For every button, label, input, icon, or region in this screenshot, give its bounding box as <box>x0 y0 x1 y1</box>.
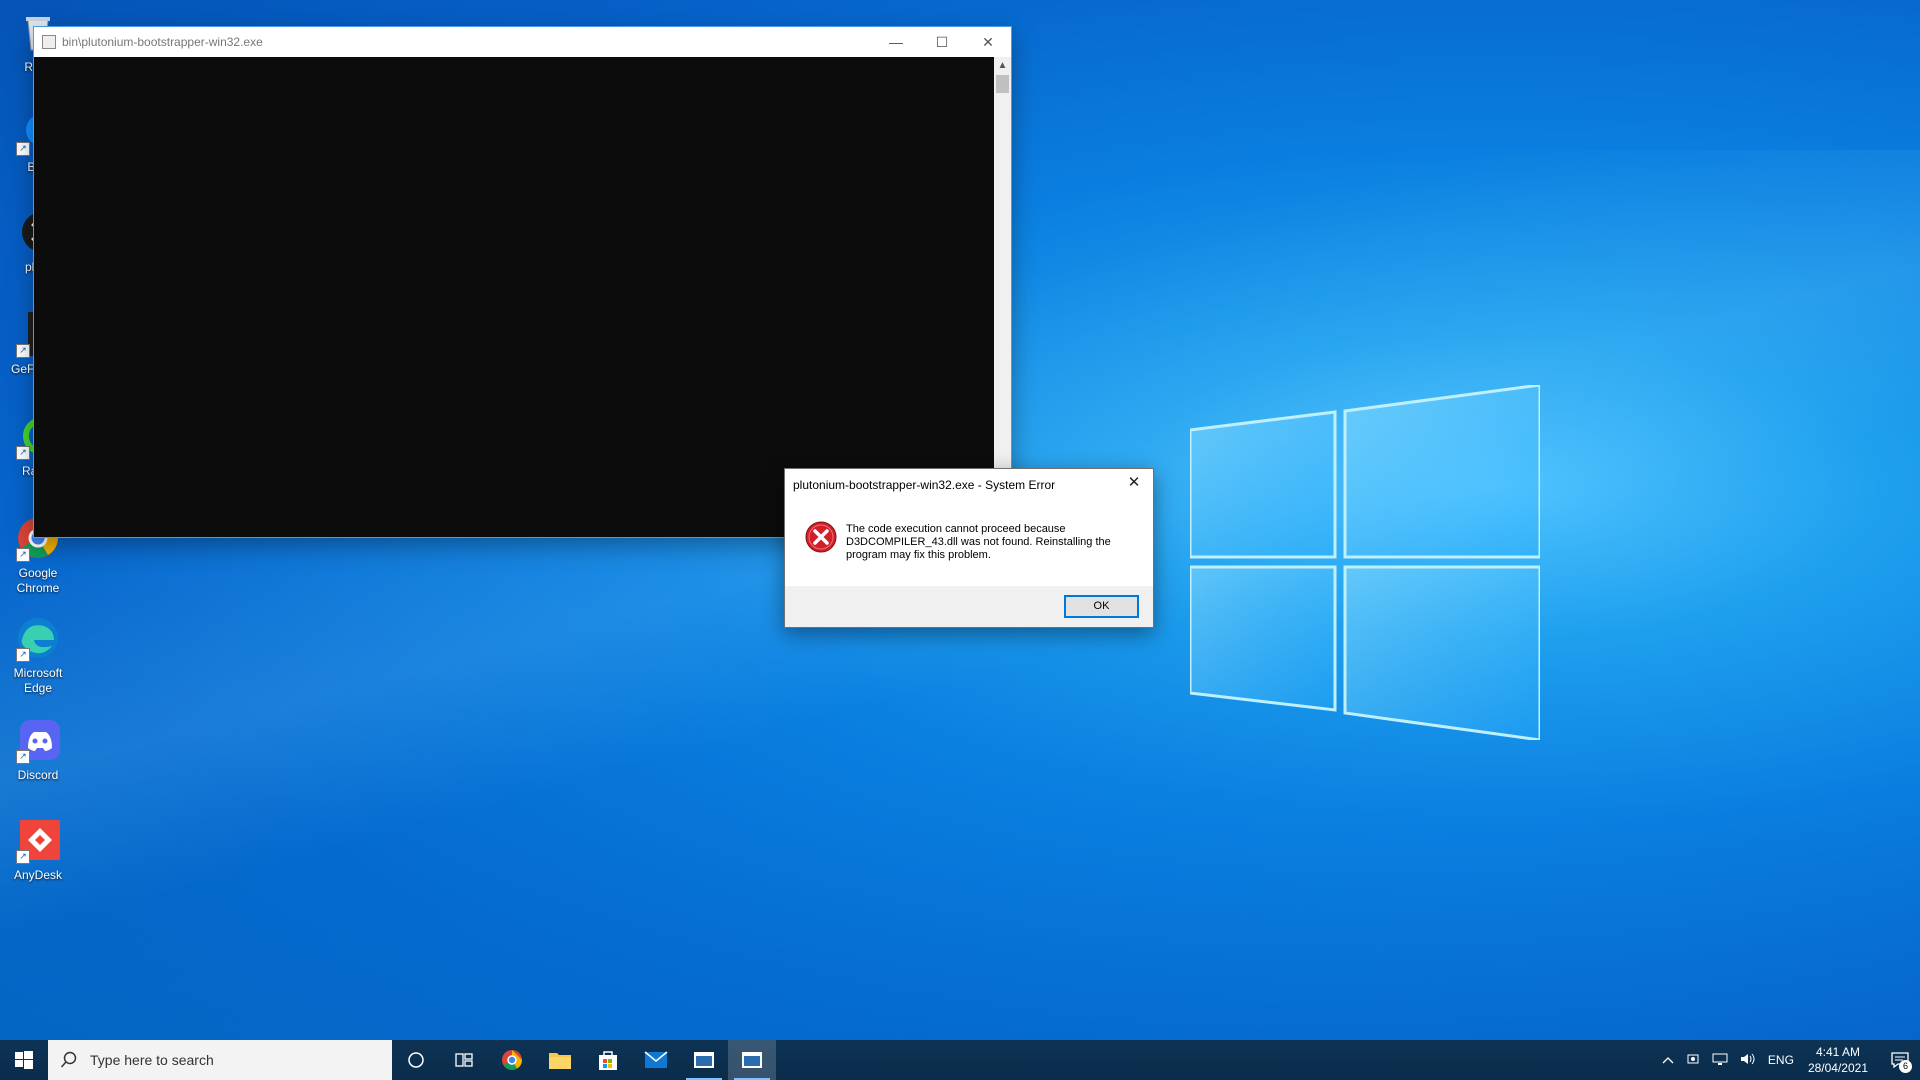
desktop-icon-discord[interactable]: ↗ Discord <box>0 716 76 783</box>
console-output-area[interactable] <box>34 57 994 537</box>
store-icon <box>599 1051 617 1070</box>
desktop-icon-anydesk[interactable]: ↗ AnyDesk <box>0 816 76 883</box>
dialog-button-bar: OK <box>785 586 1153 627</box>
language-indicator[interactable]: ENG <box>1768 1053 1794 1067</box>
shortcut-arrow-icon: ↗ <box>16 648 30 662</box>
network-icon <box>1712 1053 1728 1065</box>
maximize-button[interactable]: ☐ <box>919 27 965 57</box>
taskbar-console-app-active[interactable] <box>728 1040 776 1080</box>
mail-icon <box>644 1051 668 1068</box>
show-hidden-icons-button[interactable] <box>1662 1053 1674 1067</box>
windows-logo-wallpaper <box>1190 385 1540 740</box>
anydesk-icon: ↗ <box>14 816 62 864</box>
notification-count-badge: 6 <box>1899 1060 1912 1073</box>
scrollbar-thumb[interactable] <box>996 75 1009 93</box>
meet-now-button[interactable] <box>1686 1052 1700 1069</box>
volume-button[interactable] <box>1740 1052 1756 1069</box>
console-app-icon <box>742 1052 762 1068</box>
taskbar-mail[interactable] <box>632 1040 680 1080</box>
console-titlebar[interactable]: bin\plutonium-bootstrapper-win32.exe — ☐… <box>34 27 1011 57</box>
console-title: bin\plutonium-bootstrapper-win32.exe <box>62 35 263 49</box>
action-center-button[interactable]: 6 <box>1880 1040 1920 1080</box>
desktop-icon-label: Discord <box>17 768 59 782</box>
cortana-button[interactable] <box>392 1040 440 1080</box>
start-button[interactable] <box>0 1040 48 1080</box>
taskbar-store[interactable] <box>584 1040 632 1080</box>
dialog-title: plutonium-bootstrapper-win32.exe - Syste… <box>793 478 1056 492</box>
console-window[interactable]: bin\plutonium-bootstrapper-win32.exe — ☐… <box>34 27 1011 537</box>
cortana-icon <box>408 1052 424 1068</box>
discord-icon: ↗ <box>14 716 62 764</box>
edge-icon: ↗ <box>14 614 62 662</box>
console-scrollbar[interactable]: ▲ <box>994 57 1011 537</box>
desktop-icon-label: Microsoft Edge <box>13 666 63 695</box>
desktop-icon-microsoft-edge[interactable]: ↗ Microsoft Edge <box>0 614 76 696</box>
dialog-close-button[interactable]: ✕ <box>1121 472 1147 494</box>
clock-time: 4:41 AM <box>1815 1045 1860 1059</box>
console-app-icon <box>694 1052 714 1068</box>
network-button[interactable] <box>1712 1052 1728 1069</box>
shortcut-arrow-icon: ↗ <box>16 850 30 864</box>
taskbar-file-explorer[interactable] <box>536 1040 584 1080</box>
search-icon <box>60 1051 77 1068</box>
shortcut-arrow-icon: ↗ <box>16 344 30 358</box>
shortcut-arrow-icon: ↗ <box>16 446 30 460</box>
ok-button[interactable]: OK <box>1064 595 1139 618</box>
search-box[interactable]: Type here to search <box>48 1040 392 1080</box>
taskbar-chrome[interactable] <box>488 1040 536 1080</box>
volume-icon <box>1740 1053 1755 1064</box>
taskbar-console-app[interactable] <box>680 1040 728 1080</box>
console-app-icon <box>42 35 56 49</box>
shortcut-arrow-icon: ↗ <box>16 548 30 562</box>
minimize-button[interactable]: — <box>873 27 919 57</box>
clock-date: 28/04/2021 <box>1807 1061 1868 1075</box>
windows-start-icon <box>15 1051 33 1069</box>
system-error-dialog[interactable]: plutonium-bootstrapper-win32.exe - Syste… <box>784 468 1154 628</box>
chrome-icon <box>502 1050 522 1070</box>
taskbar: Type here to search ENG 4:41 AM 28/04/20… <box>0 1040 1920 1080</box>
clock[interactable]: 4:41 AM 28/04/2021 <box>1808 1044 1868 1076</box>
chevron-up-icon <box>1662 1057 1674 1064</box>
desktop-icon-label: AnyDesk <box>13 868 63 882</box>
error-message: The code execution cannot proceed becaus… <box>846 523 1111 561</box>
error-icon <box>805 521 837 553</box>
shortcut-arrow-icon: ↗ <box>16 750 30 764</box>
task-view-button[interactable] <box>440 1040 488 1080</box>
close-button[interactable]: ✕ <box>965 27 1011 57</box>
shortcut-arrow-icon: ↗ <box>16 142 30 156</box>
search-placeholder: Type here to search <box>90 1052 214 1068</box>
system-tray: ENG 4:41 AM 28/04/2021 6 <box>1656 1040 1920 1080</box>
device-icon <box>1687 1054 1699 1063</box>
task-view-icon <box>455 1053 473 1067</box>
scroll-up-arrow-icon[interactable]: ▲ <box>994 57 1011 74</box>
desktop-icon-label: Google Chrome <box>16 566 60 595</box>
file-explorer-icon <box>549 1053 571 1069</box>
